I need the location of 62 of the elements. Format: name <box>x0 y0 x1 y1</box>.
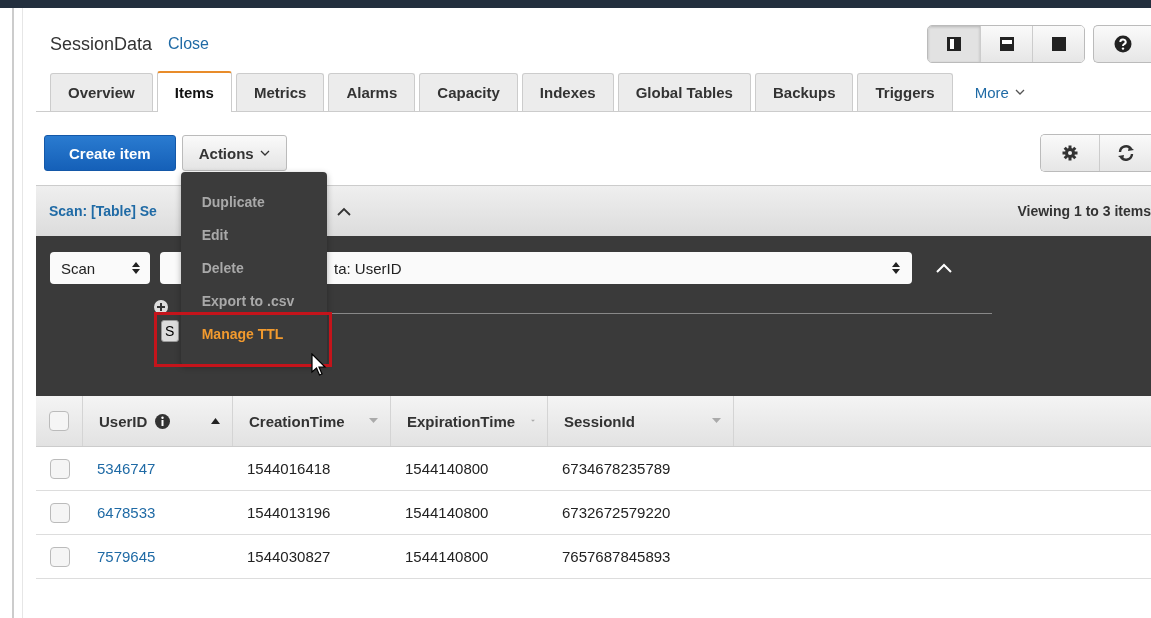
column-header[interactable]: CreationTime <box>233 396 391 446</box>
item-link[interactable]: 6478533 <box>97 504 156 521</box>
create-item-button[interactable]: Create item <box>44 135 176 171</box>
info-icon[interactable] <box>155 413 171 429</box>
layout-button[interactable] <box>928 26 980 62</box>
row-checkbox[interactable] <box>49 546 70 567</box>
item-count: Viewing 1 to 3 items <box>1017 203 1151 219</box>
table-cell: 1544140800 <box>405 504 489 521</box>
select-all-checkbox[interactable] <box>49 411 69 431</box>
table-cell: 6732672579220 <box>562 504 671 521</box>
cursor-icon <box>310 353 327 377</box>
tab[interactable]: Metrics <box>235 73 325 111</box>
close-link[interactable]: Close <box>168 35 209 53</box>
table-title: SessionData <box>50 33 153 55</box>
column-header[interactable]: SessionId <box>548 396 734 446</box>
start-button[interactable]: S <box>161 320 179 342</box>
scan-title[interactable]: Scan: [Table] Se <box>49 203 157 219</box>
row-checkbox[interactable] <box>49 502 70 523</box>
full-pane-icon <box>1050 36 1067 52</box>
row-checkbox[interactable] <box>49 458 70 479</box>
table-cell: 7657687845893 <box>562 548 671 565</box>
layout-button[interactable] <box>1032 26 1084 62</box>
column-header[interactable]: ExpirationTime <box>391 396 548 446</box>
table-cell: 1544030827 <box>247 548 331 565</box>
table-cell: 1544016418 <box>247 460 331 477</box>
table-cell: 6734678235789 <box>562 460 671 477</box>
settings-icon <box>1062 145 1078 161</box>
tab[interactable]: Items <box>156 71 232 112</box>
help-button[interactable] <box>1093 25 1151 63</box>
refresh-button[interactable] <box>1099 135 1151 171</box>
tab[interactable]: Indexes <box>521 73 614 111</box>
select-arrows-icon <box>132 262 140 274</box>
item-link[interactable]: 7579645 <box>97 548 156 565</box>
menu-item[interactable]: Export to .csv <box>180 288 327 321</box>
tab[interactable]: Alarms <box>328 73 416 111</box>
bottom-pane-icon <box>998 36 1015 52</box>
split-pane-icon <box>946 36 962 52</box>
collapse-icon[interactable] <box>336 206 351 216</box>
table-cell: 1544013196 <box>247 504 331 521</box>
column-header[interactable]: UserID <box>83 396 233 446</box>
tab[interactable]: Backups <box>754 73 854 111</box>
settings-button[interactable] <box>1041 135 1099 171</box>
tab[interactable]: Capacity <box>419 73 518 111</box>
tab[interactable]: Triggers <box>857 73 953 111</box>
more-tab[interactable]: More <box>968 73 1031 111</box>
menu-item[interactable]: Duplicate <box>180 189 327 222</box>
actions-button[interactable]: Actions <box>181 135 287 171</box>
sort-ascending-icon[interactable] <box>211 418 220 424</box>
chevron-down-icon <box>1014 89 1025 95</box>
add-icon[interactable] <box>154 300 168 314</box>
tab[interactable]: Global Tables <box>617 73 751 111</box>
layout-button[interactable] <box>980 26 1032 62</box>
chevron-down-icon <box>259 150 270 156</box>
table-cell: 1544140800 <box>405 548 489 565</box>
select-arrows-icon <box>892 262 900 274</box>
item-link[interactable]: 5346747 <box>97 460 156 477</box>
menu-item[interactable]: Edit <box>180 222 327 255</box>
menu-item[interactable]: Manage TTL <box>180 321 327 354</box>
operation-select[interactable]: Scan <box>50 252 150 284</box>
help-icon <box>1113 35 1132 53</box>
table-cell: 1544140800 <box>405 460 489 477</box>
tab[interactable]: Overview <box>50 73 153 111</box>
